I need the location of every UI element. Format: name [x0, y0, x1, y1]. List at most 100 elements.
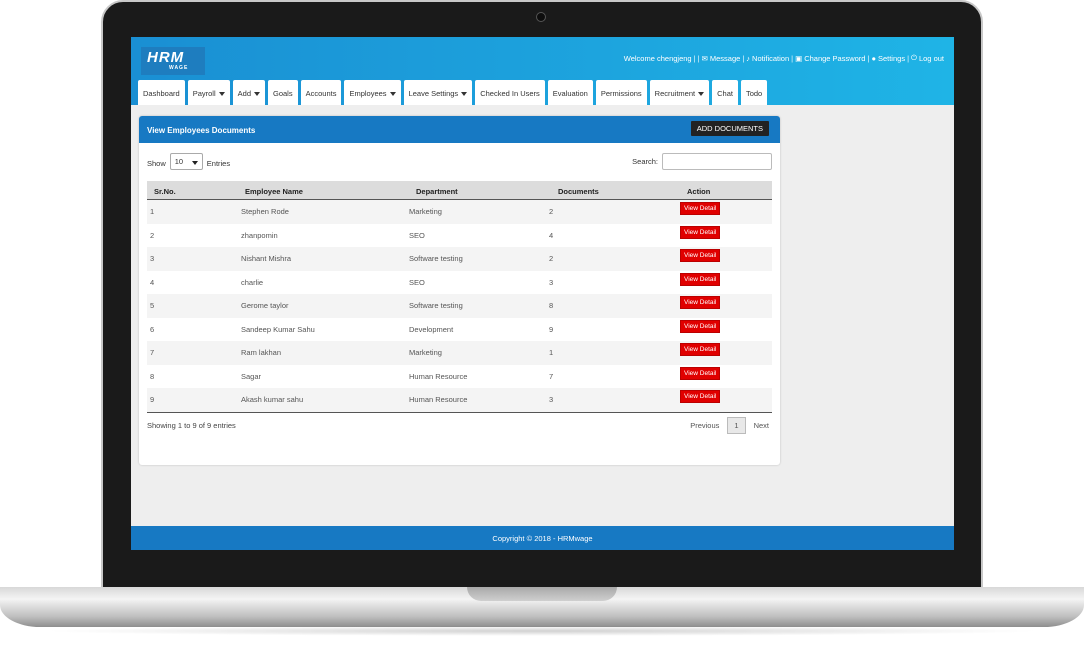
search-input[interactable]: [662, 153, 772, 170]
cell-sr: 7: [150, 348, 155, 357]
view-detail-button[interactable]: View Detail: [680, 390, 721, 403]
table-row: 6 Sandeep Kumar Sahu Development 9 View …: [147, 318, 772, 342]
view-detail-button[interactable]: View Detail: [680, 272, 721, 286]
cell-sr: 6: [150, 324, 155, 334]
cell-department: Development: [409, 324, 454, 334]
cell-name: zhanpomin: [241, 230, 278, 240]
nav-dashboard[interactable]: Dashboard: [138, 80, 185, 105]
header-action[interactable]: Action: [680, 181, 772, 199]
cell-department: Marketing: [409, 348, 442, 357]
envelope-icon: ✉: [701, 53, 708, 63]
cell-documents: 3: [549, 277, 554, 287]
header-department[interactable]: Department: [409, 181, 549, 199]
table-controls: Show 10 Entries Search:: [147, 153, 772, 173]
panel-header: View Employees Documents ADD DOCUMENTS: [139, 116, 780, 143]
settings-link[interactable]: Settings: [878, 54, 905, 63]
caret-down-icon: [461, 92, 468, 97]
bell-icon: ♪: [746, 53, 751, 63]
panel-title: View Employees Documents: [147, 126, 256, 135]
cell-sr: 3: [150, 254, 155, 263]
cell-documents: 9: [549, 324, 554, 334]
documents-panel: View Employees Documents ADD DOCUMENTS S…: [139, 116, 780, 465]
cell-documents: 8: [549, 301, 554, 310]
nav-employees[interactable]: Employees: [344, 80, 401, 105]
nav-goals[interactable]: Goals: [268, 80, 298, 105]
table-row: 1 Stephen Rode Marketing 2 View Detail: [147, 200, 772, 224]
cell-documents: 1: [549, 348, 554, 357]
nav-leave-settings[interactable]: Leave Settings: [403, 80, 473, 105]
nav-chat[interactable]: Chat: [712, 80, 738, 105]
cell-name: Sandeep Kumar Sahu: [241, 324, 315, 334]
documents-table: Sr.No. Employee Name Department Document…: [147, 181, 772, 413]
nav-accounts[interactable]: Accounts: [300, 80, 342, 105]
entries-label: Entries: [206, 159, 231, 168]
welcome-text: Welcome chengjeng: [623, 53, 692, 63]
header-employee-name[interactable]: Employee Name: [241, 181, 409, 199]
message-link[interactable]: Message: [710, 54, 740, 63]
view-detail-button[interactable]: View Detail: [680, 366, 721, 380]
cell-name: Stephen Rode: [241, 207, 289, 216]
cell-sr: 9: [150, 395, 155, 404]
next-button[interactable]: Next: [754, 421, 769, 430]
caret-down-icon: [698, 92, 705, 97]
logo-text: HRM: [147, 49, 185, 66]
search-label: Search:: [632, 157, 658, 166]
cell-department: Software testing: [409, 301, 463, 310]
cell-department: Human Resource: [409, 395, 468, 404]
view-detail-button[interactable]: View Detail: [680, 202, 721, 215]
cell-name: charlie: [241, 277, 264, 287]
cell-name: Sagar: [241, 371, 262, 381]
screen: HRM WAGE Welcome chengjeng | | ✉ Message…: [131, 37, 954, 550]
header-documents[interactable]: Documents: [549, 181, 680, 199]
laptop-shadow: [40, 626, 1044, 636]
cell-department: Software testing: [409, 254, 463, 263]
cell-sr: 8: [150, 371, 155, 381]
cell-documents: 2: [549, 207, 554, 216]
previous-button[interactable]: Previous: [690, 421, 719, 430]
table-row: 2 zhanpomin SEO 4 View Detail: [147, 224, 772, 248]
nav-todo[interactable]: Todo: [740, 80, 768, 105]
nav-evaluation[interactable]: Evaluation: [547, 80, 593, 105]
caret-down-icon: [389, 92, 396, 97]
cell-sr: 4: [150, 277, 155, 287]
view-detail-button[interactable]: View Detail: [680, 319, 721, 333]
cell-sr: 5: [150, 301, 155, 310]
cell-name: Akash kumar sahu: [241, 395, 304, 404]
nav-checked-in-users[interactable]: Checked In Users: [475, 80, 545, 105]
change-password-link[interactable]: Change Password: [804, 54, 865, 63]
table-header: Sr.No. Employee Name Department Document…: [147, 181, 772, 200]
entries-select[interactable]: 10: [169, 153, 203, 170]
nav-add[interactable]: Add: [232, 80, 265, 105]
table-bottom-border: [147, 411, 772, 413]
cell-name: Ram lakhan: [241, 348, 282, 357]
view-detail-button[interactable]: View Detail: [680, 249, 721, 262]
logo-subtext: WAGE: [169, 65, 189, 71]
nav-payroll[interactable]: Payroll: [187, 80, 230, 105]
nav-permissions[interactable]: Permissions: [595, 80, 647, 105]
main-nav: Dashboard Payroll Add Goals Accounts Emp…: [138, 80, 768, 105]
entries-control: Show 10 Entries: [147, 153, 231, 170]
laptop-notch: [467, 587, 617, 601]
table-body: 1 Stephen Rode Marketing 2 View Detail 2…: [147, 200, 772, 412]
pagination: Previous 1 Next: [690, 417, 769, 434]
table-row: 9 Akash kumar sahu Human Resource 3 View…: [147, 388, 772, 412]
nav-recruitment[interactable]: Recruitment: [649, 80, 710, 105]
user-topbar: Welcome chengjeng | | ✉ Message | ♪ Noti…: [623, 53, 944, 63]
view-detail-button[interactable]: View Detail: [680, 343, 721, 356]
footer: Copyright © 2018 - HRMwage: [131, 526, 954, 550]
notification-link[interactable]: Notification: [752, 54, 789, 63]
header-sr-no[interactable]: Sr.No.: [147, 181, 241, 199]
logo[interactable]: HRM WAGE: [141, 47, 205, 75]
view-detail-button[interactable]: View Detail: [680, 225, 721, 239]
cell-documents: 7: [549, 371, 554, 381]
page-1-button[interactable]: 1: [727, 417, 746, 434]
camera: [536, 12, 546, 22]
table-row: 3 Nishant Mishra Software testing 2 View…: [147, 247, 772, 271]
view-detail-button[interactable]: View Detail: [680, 296, 721, 309]
cell-department: SEO: [409, 230, 425, 240]
cell-sr: 1: [150, 207, 155, 216]
entries-info: Showing 1 to 9 of 9 entries: [147, 421, 236, 430]
logout-link[interactable]: Log out: [919, 54, 944, 63]
show-label: Show: [147, 159, 166, 168]
add-documents-button[interactable]: ADD DOCUMENTS: [690, 121, 769, 136]
